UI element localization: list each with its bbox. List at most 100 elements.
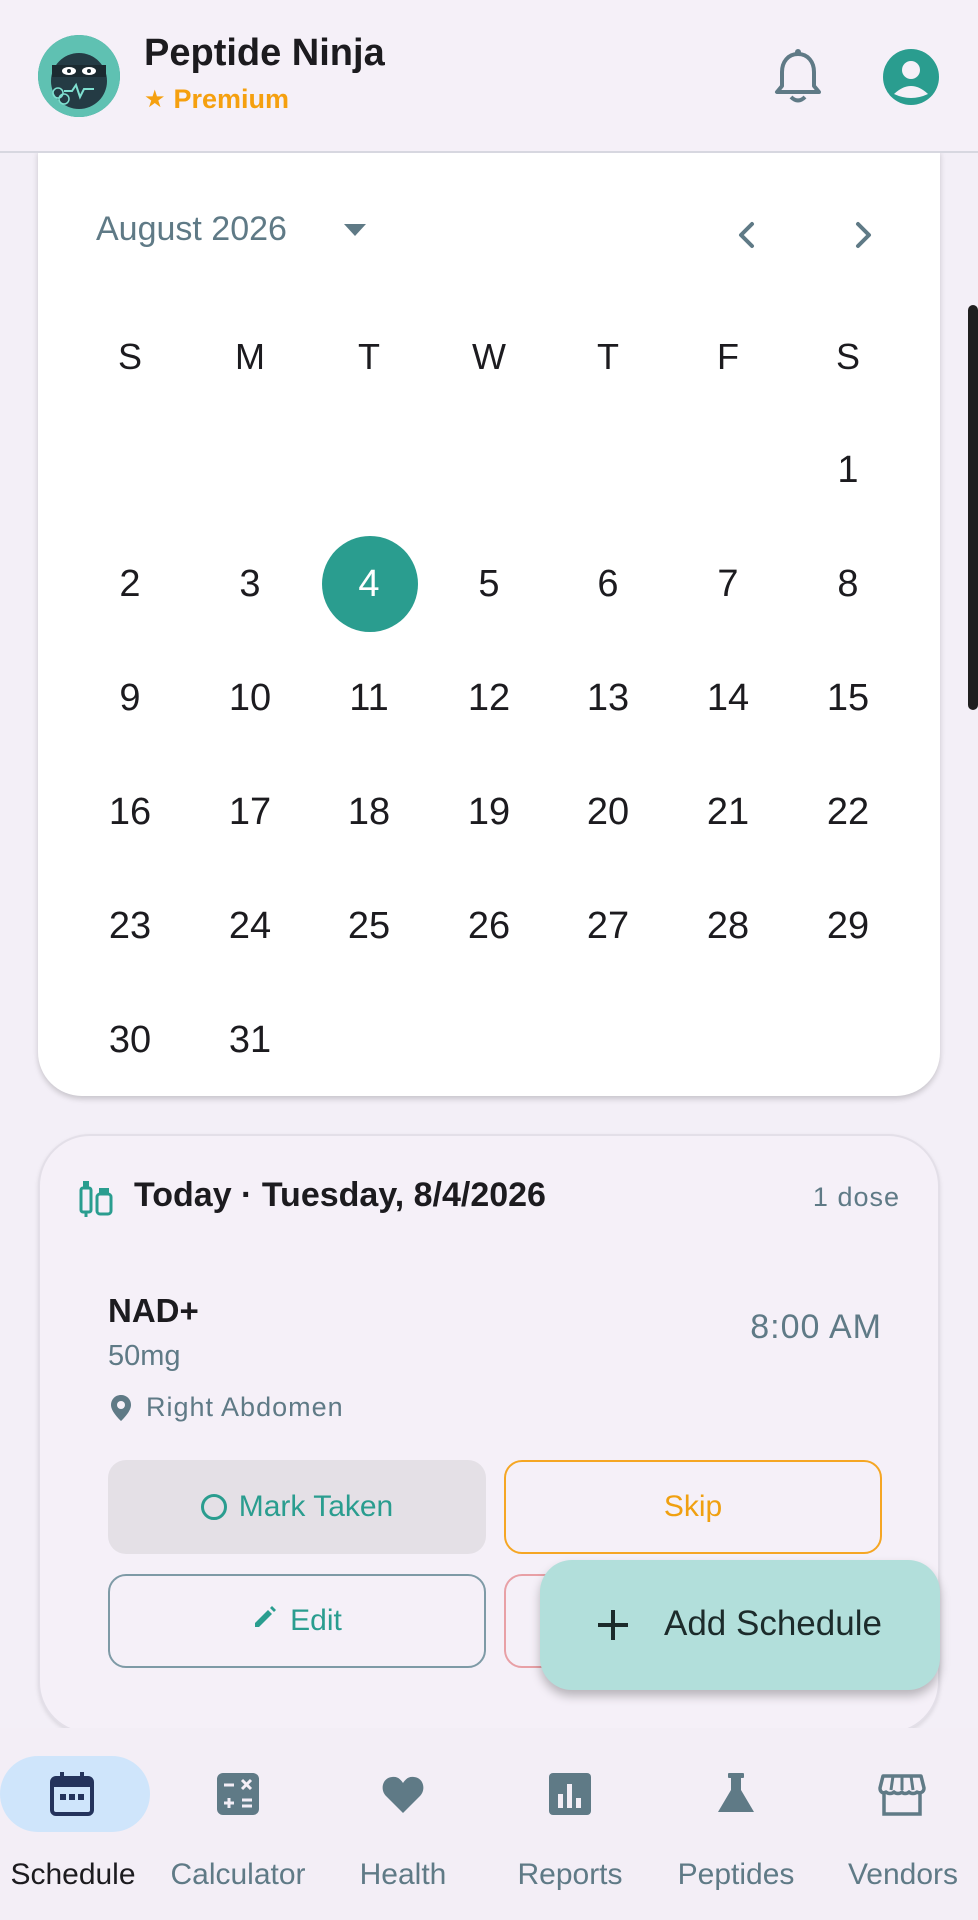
calendar-day-number: 24 [228, 905, 272, 947]
calendar-day-number: 30 [108, 1019, 152, 1061]
calendar-icon [48, 1770, 96, 1818]
calendar-day[interactable]: 13 [558, 650, 658, 746]
peptide-amount: 50mg [108, 1340, 181, 1372]
calendar-day-number: 21 [706, 791, 750, 833]
calendar-day-number: 7 [717, 563, 739, 605]
calendar-day[interactable]: 10 [200, 650, 300, 746]
calendar-day[interactable]: 3 [200, 536, 300, 632]
edit-label: Edit [290, 1604, 342, 1637]
pencil-icon [252, 1604, 278, 1638]
calendar-day[interactable]: 14 [678, 650, 778, 746]
calendar-day[interactable]: 18 [319, 764, 419, 860]
nav-label-vendors: Vendors [847, 1858, 959, 1891]
calendar-day[interactable]: 26 [439, 878, 539, 974]
edit-button[interactable]: Edit [108, 1574, 486, 1668]
app-header: Peptide Ninja ★ Premium [0, 0, 978, 153]
calendar-day[interactable]: 22 [798, 764, 898, 860]
nav-item-health[interactable]: Health [320, 1728, 486, 1920]
calendar-day[interactable]: 15 [798, 650, 898, 746]
calendar-day[interactable]: 20 [558, 764, 658, 860]
heart-icon [379, 1770, 427, 1818]
nav-item-reports[interactable]: Reports [487, 1728, 653, 1920]
calendar-day[interactable]: 11 [319, 650, 419, 746]
calendar-day-number: 29 [826, 905, 870, 947]
calendar-day-number: 23 [108, 905, 152, 947]
weekday-monday: M [235, 336, 265, 377]
calendar-day[interactable]: 23 [80, 878, 180, 974]
weekday-sunday: S [117, 336, 142, 377]
calendar-day[interactable]: 2 [80, 536, 180, 632]
nav-item-schedule[interactable]: Schedule [0, 1728, 166, 1920]
calendar-day[interactable]: 5 [439, 536, 539, 632]
scroll-indicator[interactable] [968, 305, 978, 710]
weekday-friday: F [717, 336, 739, 377]
calendar-day[interactable]: 28 [678, 878, 778, 974]
previous-month-button[interactable] [722, 210, 772, 260]
calendar-day-number: 14 [706, 677, 750, 719]
bar-chart-icon [546, 1770, 594, 1818]
calendar-day-number: 9 [119, 677, 141, 719]
calendar-day-number: 11 [349, 677, 389, 719]
caret-down-icon[interactable] [342, 222, 368, 243]
premium-label: Premium [173, 84, 290, 114]
calendar-day-number: 12 [467, 677, 511, 719]
calendar-day[interactable]: 31 [200, 992, 300, 1088]
profile-avatar-icon[interactable] [882, 48, 940, 106]
mark-taken-button[interactable]: Mark Taken [108, 1460, 486, 1554]
weekday-wednesday: W [472, 336, 506, 377]
syringe-vial-icon [78, 1178, 114, 1218]
calendar-day-number: 15 [826, 677, 870, 719]
dose-count: 1 dose [812, 1182, 900, 1212]
dose-time: 8:00 AM [750, 1308, 882, 1346]
calendar-day-number: 22 [826, 791, 870, 833]
nav-item-peptides[interactable]: Peptides [653, 1728, 819, 1920]
nav-label-peptides: Peptides [677, 1858, 795, 1891]
calendar-day-number: 8 [837, 563, 859, 605]
weekday-saturday: S [835, 336, 860, 377]
circle-outline-icon [200, 1494, 227, 1520]
location-pin-icon [110, 1394, 132, 1422]
nav-item-calculator[interactable]: Calculator [155, 1728, 321, 1920]
notification-bell-icon[interactable] [772, 48, 824, 106]
nav-item-vendors[interactable]: Vendors [820, 1728, 978, 1920]
flask-icon [712, 1770, 760, 1818]
nav-label-calculator: Calculator [170, 1858, 306, 1891]
calendar-day-selected[interactable]: 4 [319, 536, 419, 632]
app-title: Peptide Ninja [144, 32, 385, 74]
calendar-day[interactable]: 29 [798, 878, 898, 974]
next-month-button[interactable] [838, 210, 888, 260]
calendar-day[interactable]: 25 [319, 878, 419, 974]
add-schedule-button[interactable]: Add Schedule [540, 1560, 940, 1690]
calendar-day[interactable]: 9 [80, 650, 180, 746]
calendar-day[interactable]: 16 [80, 764, 180, 860]
calendar-day[interactable]: 27 [558, 878, 658, 974]
calendar-day-number: 27 [586, 905, 630, 947]
calendar-day[interactable]: 30 [80, 992, 180, 1088]
calendar-day-number: 5 [478, 563, 500, 605]
plus-icon [590, 1602, 636, 1648]
calendar-day[interactable]: 24 [200, 878, 300, 974]
calendar-day[interactable]: 21 [678, 764, 778, 860]
calendar-day[interactable]: 17 [200, 764, 300, 860]
calendar-day-number: 26 [467, 905, 511, 947]
skip-button[interactable]: Skip [504, 1460, 882, 1554]
star-icon: ★ [144, 86, 166, 113]
calendar-day-number: 31 [228, 1019, 272, 1061]
calendar-day-number: 20 [586, 791, 630, 833]
calendar-day-number: 17 [228, 791, 272, 833]
month-selector[interactable]: August 2026 [96, 210, 287, 249]
store-icon [878, 1770, 926, 1818]
calendar-day[interactable]: 1 [798, 422, 898, 518]
calendar-day[interactable]: 12 [439, 650, 539, 746]
calendar-day-number: 25 [347, 905, 391, 947]
calendar-day-number: 28 [706, 905, 750, 947]
calendar-day[interactable]: 8 [798, 536, 898, 632]
calendar-day[interactable]: 7 [678, 536, 778, 632]
calendar-day[interactable]: 19 [439, 764, 539, 860]
nav-label-reports: Reports [517, 1858, 623, 1891]
calendar-day-number: 4 [358, 563, 380, 605]
calendar-day-number: 3 [239, 563, 261, 605]
weekday-thursday: T [597, 336, 619, 377]
bottom-navigation: Schedule Calculator Health Reports Pepti… [0, 1728, 978, 1920]
calendar-day[interactable]: 6 [558, 536, 658, 632]
